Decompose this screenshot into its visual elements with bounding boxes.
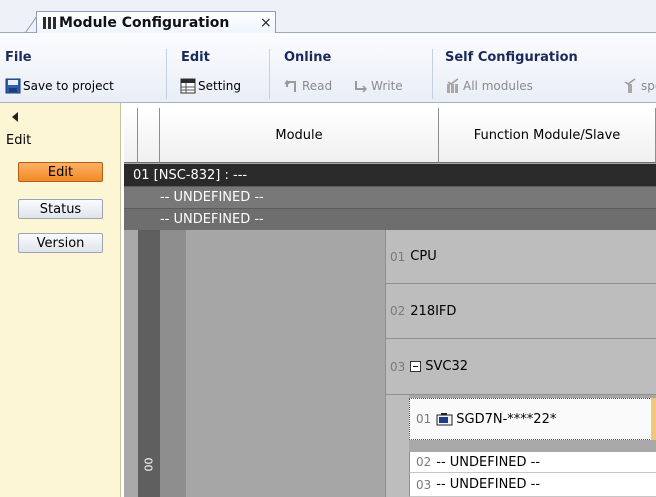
function-module-name: CPU (410, 249, 437, 264)
setting-table-icon (180, 78, 196, 94)
function-module-row[interactable]: 03 SVC32 (385, 339, 656, 395)
row-header-corner (124, 108, 138, 163)
document-tab-strip: Module Configuration × (0, 0, 656, 34)
slave-number: 01 (416, 412, 432, 426)
collapse-minus-icon[interactable] (410, 361, 422, 372)
slave-number: 03 (416, 477, 432, 492)
close-icon[interactable]: × (260, 15, 272, 31)
row-header-corner (138, 108, 160, 163)
save-to-project-label: Save to project (23, 79, 114, 93)
slot-label: 00 (142, 457, 156, 472)
servo-amplifier-icon (436, 412, 453, 427)
slave-name: -- UNDEFINED -- (436, 477, 541, 492)
all-modules-icon (445, 78, 461, 94)
undefined-row[interactable]: -- UNDEFINED -- (124, 208, 656, 230)
slave-row-selected[interactable]: 01 SGD7N-****22* (409, 398, 656, 440)
function-module-row[interactable]: 01 CPU (385, 230, 656, 284)
function-module-number: 03 (390, 359, 406, 374)
self-configuration-title: Self Configuration (445, 50, 578, 65)
save-disk-icon (5, 78, 21, 94)
function-module-row[interactable]: 02 218IFD (385, 284, 656, 339)
edit-group: Edit Setting (167, 33, 269, 103)
function-module-name: 218IFD (410, 303, 457, 319)
module-grid-icon (42, 16, 58, 30)
tab-module-configuration[interactable]: Module Configuration × (36, 11, 276, 34)
function-module-number: 02 (390, 304, 406, 318)
slave-name: -- UNDEFINED -- (436, 454, 541, 470)
function-module-name: SVC32 (425, 359, 469, 374)
module-configuration-grid: Module Function Module/Slave 01 [NSC-832… (124, 108, 656, 497)
left-panel-title: Edit (6, 133, 32, 148)
slot-strip (160, 230, 186, 497)
file-group: File Save to project (0, 33, 166, 103)
slave-row[interactable]: 03 -- UNDEFINED -- (409, 473, 656, 497)
self-configuration-group: Self Configuration All modules spe (433, 33, 656, 103)
version-mode-button[interactable]: Version (18, 233, 103, 253)
read-arrow-icon (284, 78, 300, 94)
function-module-number: 01 (390, 249, 406, 264)
specific-module-label: spe (641, 79, 656, 93)
edit-mode-button[interactable]: Edit (18, 162, 103, 182)
write-button[interactable]: Write (353, 77, 403, 95)
slave-name: SGD7N-****22* (456, 411, 557, 427)
file-group-title: File (5, 50, 32, 65)
slave-row[interactable]: 02 -- UNDEFINED -- (409, 452, 656, 473)
slave-number: 02 (416, 455, 432, 469)
controller-row[interactable]: 01 [NSC-832] : --- (124, 164, 656, 186)
read-label: Read (302, 79, 333, 93)
module-column-header[interactable]: Module (160, 108, 439, 163)
read-button[interactable]: Read (284, 77, 332, 95)
status-mode-button[interactable]: Status (18, 199, 103, 219)
write-arrow-icon (353, 78, 369, 94)
left-mode-panel: Edit Edit Status Version (0, 103, 121, 497)
specific-module-icon (623, 78, 639, 94)
setting-button[interactable]: Setting (180, 77, 241, 95)
all-modules-label: All modules (463, 79, 533, 93)
function-module-column-header[interactable]: Function Module/Slave (439, 108, 656, 163)
undefined-row[interactable]: -- UNDEFINED -- (124, 186, 656, 208)
collapse-arrow-icon[interactable] (12, 112, 18, 122)
specific-module-button[interactable]: spe (623, 77, 656, 95)
save-to-project-button[interactable]: Save to project (5, 77, 114, 95)
selection-accent (651, 398, 656, 440)
setting-label: Setting (198, 79, 241, 93)
edit-group-title: Edit (181, 50, 210, 65)
write-label: Write (371, 79, 403, 93)
module-cell[interactable] (186, 230, 385, 497)
tab-title: Module Configuration (59, 15, 230, 31)
slave-indent (385, 395, 409, 497)
ribbon-toolbar: File Save to project Edit Setting Online… (0, 33, 656, 103)
all-modules-button[interactable]: All modules (445, 77, 533, 95)
online-group-title: Online (284, 50, 332, 65)
online-group: Online Read Write (270, 33, 432, 103)
